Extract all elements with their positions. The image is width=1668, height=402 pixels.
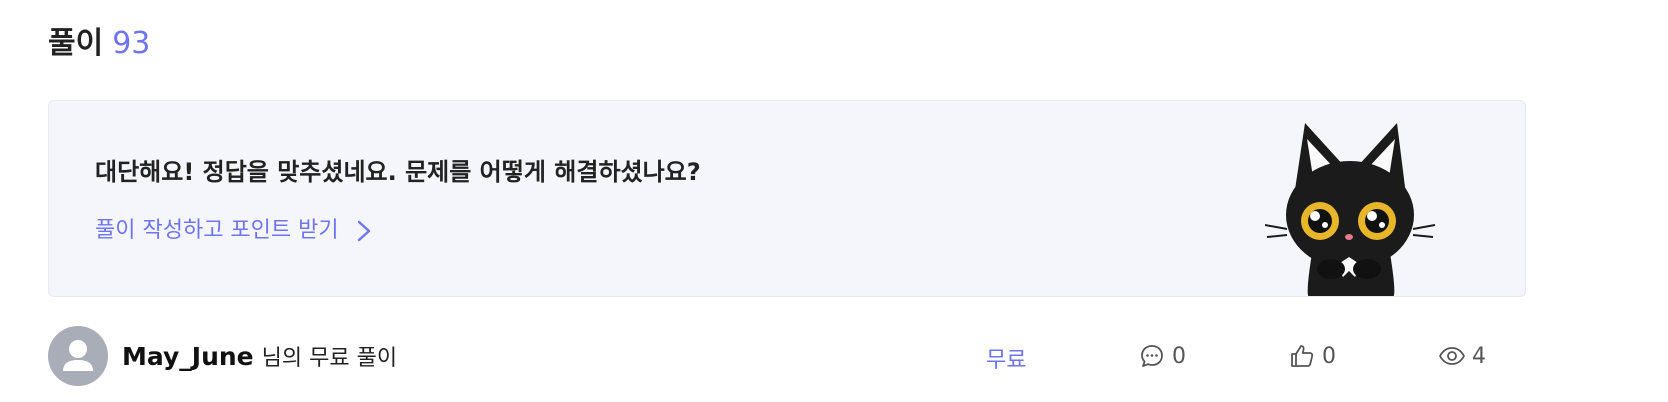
section-heading: 풀이 93	[48, 26, 150, 62]
thumbs-up-icon	[1291, 345, 1314, 367]
like-count-value: 0	[1322, 343, 1336, 369]
like-count: 0	[1288, 342, 1336, 370]
write-solution-label: 풀이 작성하고 포인트 받기	[95, 218, 339, 243]
view-count-value: 4	[1472, 343, 1486, 369]
cat-mascot-illustration	[1265, 123, 1435, 296]
solution-author: May_June 님의 무료 풀이	[122, 340, 397, 372]
comment-count-value: 0	[1172, 343, 1186, 369]
write-solution-link[interactable]: 풀이 작성하고 포인트 받기	[95, 217, 371, 245]
write-solution-banner: 대단해요! 정답을 맞추셨네요. 문제를 어떻게 해결하셨나요? 풀이 작성하고…	[48, 100, 1526, 297]
comment-count: 0	[1138, 342, 1186, 370]
author-suffix: 님의 무료 풀이	[261, 346, 398, 371]
banner-message: 대단해요! 정답을 맞추셨네요. 문제를 어떻게 해결하셨나요?	[95, 158, 701, 186]
user-icon	[63, 340, 93, 371]
solution-list-item[interactable]: May_June 님의 무료 풀이 무료 0 0 4	[48, 326, 1526, 386]
view-count: 4	[1438, 342, 1486, 370]
chevron-right-icon	[357, 220, 370, 242]
comment-bubble-icon	[1141, 345, 1163, 367]
section-title: 풀이	[48, 26, 104, 61]
eye-icon	[1439, 347, 1465, 365]
price-badge: 무료	[986, 348, 1027, 373]
avatar[interactable]	[48, 326, 108, 386]
author-name[interactable]: May_June	[122, 342, 254, 371]
solutions-section: 풀이 93 대단해요! 정답을 맞추셨네요. 문제를 어떻게 해결하셨나요? 풀…	[0, 0, 1668, 402]
solution-count: 93	[112, 26, 151, 61]
